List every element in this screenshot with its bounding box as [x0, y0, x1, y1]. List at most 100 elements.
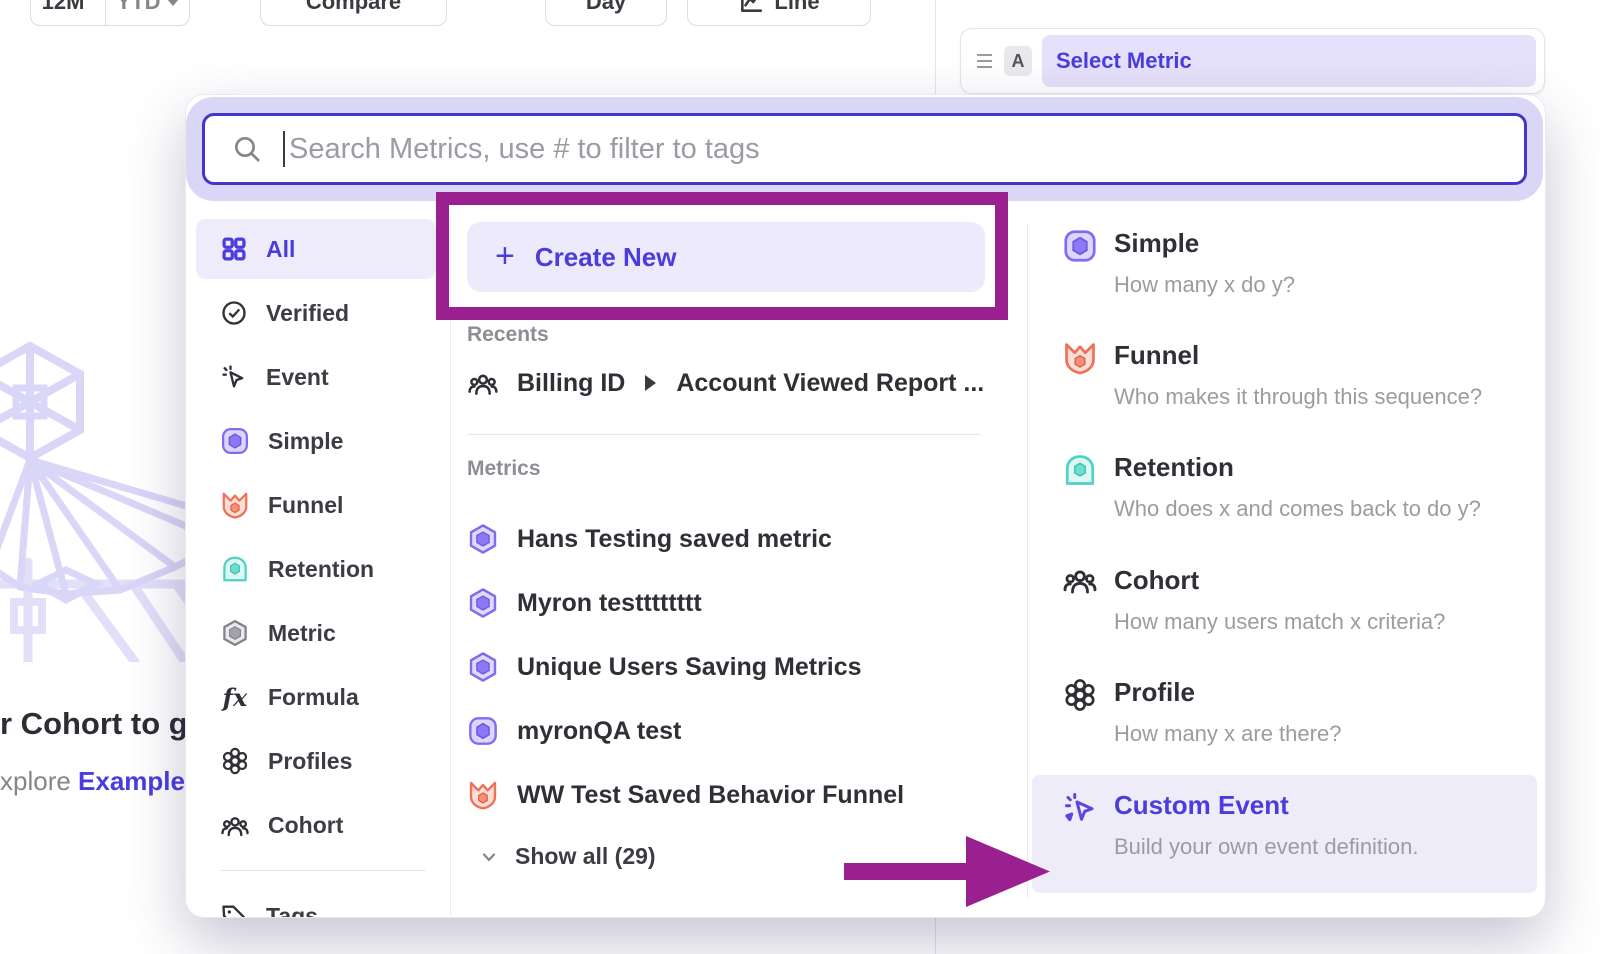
sidebar-item-retention[interactable]: Retention: [196, 539, 436, 599]
simple-metric-icon: [1062, 228, 1098, 298]
interval-day-button[interactable]: Day: [545, 0, 667, 26]
profiles-flower-icon: [220, 746, 250, 776]
type-title: Cohort: [1114, 565, 1445, 596]
canvas-headline-text: r Cohort to ge: [0, 706, 205, 742]
sidebar-item-profiles[interactable]: Profiles: [196, 731, 436, 791]
sidebar-item-label: Funnel: [268, 492, 343, 519]
recent-cohort-name: Billing ID: [517, 369, 625, 398]
sidebar-item-cohort[interactable]: Cohort: [196, 795, 436, 855]
sidebar-item-metric[interactable]: Metric: [196, 603, 436, 663]
metric-item-label: Hans Testing saved metric: [517, 525, 832, 554]
type-description: How many x are there?: [1114, 721, 1341, 747]
retention-metric-icon: [220, 554, 250, 584]
breadcrumb-arrow-icon: [645, 375, 656, 391]
type-option-retention[interactable]: Retention Who does x and comes back to d…: [1062, 452, 1522, 522]
sidebar-item-tags[interactable]: Tags: [196, 886, 436, 917]
metric-list-item[interactable]: myronQA test: [467, 703, 681, 759]
sidebar-item-event[interactable]: Event: [196, 347, 436, 407]
sidebar-divider: [220, 870, 426, 871]
sidebar-item-label: Formula: [268, 684, 359, 711]
sidebar-item-label: Event: [266, 364, 329, 391]
left-column-divider: [450, 217, 451, 915]
search-input[interactable]: Search Metrics, use # to filter to tags: [202, 113, 1527, 185]
metric-list-item[interactable]: Hans Testing saved metric: [467, 511, 832, 567]
grid-icon: [220, 235, 248, 263]
hexagon-saved-metric-icon: [467, 523, 499, 555]
search-placeholder: Search Metrics, use # to filter to tags: [289, 133, 760, 166]
sidebar-item-label: Cohort: [268, 812, 343, 839]
right-column-divider: [1027, 223, 1028, 899]
metric-list-item[interactable]: WW Test Saved Behavior Funnel: [467, 767, 904, 823]
cohort-people-icon: [220, 810, 250, 840]
type-description: Who does x and comes back to do y?: [1114, 496, 1481, 522]
sidebar-item-label: Tags: [266, 903, 318, 918]
metric-item-label: WW Test Saved Behavior Funnel: [517, 781, 904, 810]
compare-label: Compare: [306, 0, 401, 15]
type-description: How many x do y?: [1114, 272, 1295, 298]
metric-list-item[interactable]: Myron testttttttt: [467, 575, 702, 631]
cohort-people-icon: [467, 367, 499, 399]
select-metric-field[interactable]: Select Metric: [1042, 35, 1536, 87]
metrics-header: Metrics: [467, 457, 541, 481]
formula-fx-icon: fx: [220, 683, 250, 712]
text-cursor: [283, 131, 285, 167]
sidebar-item-label: Verified: [266, 300, 349, 327]
example-link[interactable]: Example: [78, 766, 185, 796]
line-chart-icon: [738, 0, 764, 15]
date-range-segment[interactable]: 12M YTD: [30, 0, 190, 26]
sidebar-item-label: Profiles: [268, 748, 352, 775]
sidebar-item-label: Simple: [268, 428, 343, 455]
range-12m-button[interactable]: 12M: [31, 0, 95, 25]
sidebar-item-all[interactable]: All: [196, 219, 436, 279]
drag-handle-icon[interactable]: [973, 50, 996, 72]
metric-slot-card: A Select Metric: [960, 28, 1545, 94]
sidebar-item-funnel[interactable]: Funnel: [196, 475, 436, 535]
verified-badge-icon: [220, 299, 248, 327]
retention-metric-icon: [1062, 452, 1098, 522]
chevron-down-icon: [167, 0, 179, 6]
custom-event-cursor-icon: [1062, 790, 1098, 860]
type-title: Profile: [1114, 677, 1341, 708]
section-divider: [467, 434, 981, 435]
range-ytd-label: YTD: [117, 0, 161, 15]
canvas-subtext: xplore Example R: [0, 766, 211, 797]
type-option-simple[interactable]: Simple How many x do y?: [1062, 228, 1522, 298]
sidebar-item-label: Metric: [268, 620, 336, 647]
type-title: Custom Event: [1114, 790, 1419, 821]
tag-icon: [220, 902, 248, 917]
hexagon-metric-icon: [220, 618, 250, 648]
metric-item-label: Unique Users Saving Metrics: [517, 653, 862, 682]
metric-list-item[interactable]: Unique Users Saving Metrics: [467, 639, 862, 695]
simple-metric-icon: [220, 426, 250, 456]
type-option-funnel[interactable]: Funnel Who makes it through this sequenc…: [1062, 340, 1522, 410]
type-title: Retention: [1114, 452, 1481, 483]
chart-type-line-button[interactable]: Line: [687, 0, 871, 26]
day-label: Day: [586, 0, 626, 15]
search-icon: [231, 133, 263, 165]
show-all-toggle[interactable]: Show all (29): [479, 843, 656, 870]
annotation-highlight-box: [436, 192, 1008, 320]
sidebar-item-verified[interactable]: Verified: [196, 283, 436, 343]
annotation-arrow: [842, 833, 1052, 909]
chevron-down-icon: [479, 847, 499, 867]
canvas-subtext-prefix: xplore: [0, 766, 78, 796]
sidebar-item-formula[interactable]: fx Formula: [196, 667, 436, 727]
recent-event-name: Account Viewed Report ...: [676, 369, 984, 398]
sidebar-item-simple[interactable]: Simple: [196, 411, 436, 471]
hexagon-saved-metric-icon: [467, 651, 499, 683]
range-ytd-button[interactable]: YTD: [105, 0, 189, 25]
type-option-custom-event[interactable]: Custom Event Build your own event defini…: [1062, 790, 1522, 860]
line-label: Line: [774, 0, 819, 15]
funnel-metric-icon: [467, 779, 499, 811]
compare-button[interactable]: Compare: [260, 0, 447, 26]
show-all-label: Show all (29): [515, 843, 656, 870]
type-option-profile[interactable]: Profile How many x are there?: [1062, 677, 1522, 747]
type-title: Funnel: [1114, 340, 1482, 371]
recent-item[interactable]: Billing ID Account Viewed Report ...: [467, 355, 984, 411]
type-option-cohort[interactable]: Cohort How many users match x criteria?: [1062, 565, 1522, 635]
select-metric-placeholder: Select Metric: [1056, 48, 1192, 74]
type-description: Who makes it through this sequence?: [1114, 384, 1482, 410]
cohort-people-icon: [1062, 565, 1098, 635]
series-a-badge: A: [1004, 46, 1032, 76]
sidebar-item-label: All: [266, 236, 295, 263]
